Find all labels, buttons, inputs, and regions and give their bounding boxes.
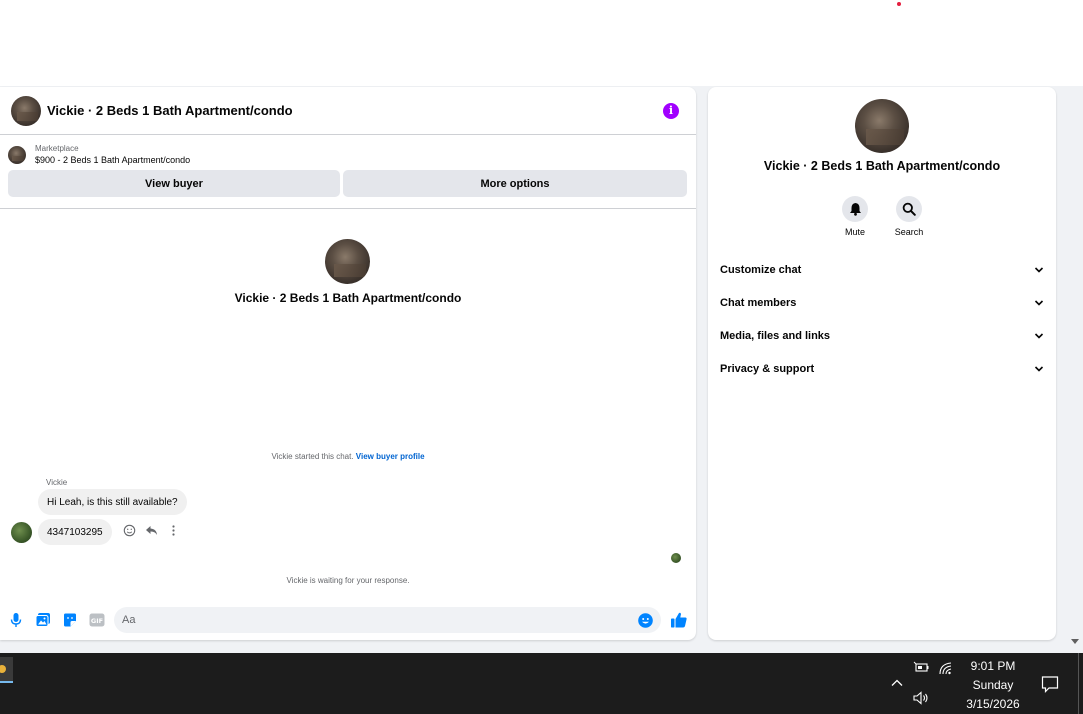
chat-panel: Vickie · 2 Beds 1 Bath Apartment/condo i…	[0, 87, 696, 640]
chevron-down-icon	[1034, 299, 1044, 306]
chevron-up-icon[interactable]	[891, 678, 903, 688]
section-label: Chat members	[720, 296, 797, 309]
section-label: Media, files and links	[720, 329, 831, 342]
privacy-support-section[interactable]: Privacy & support	[708, 352, 1056, 385]
battery-icon[interactable]	[913, 661, 929, 675]
taskbar: 9:01 PM Sunday 3/15/2026	[0, 653, 1083, 714]
waiting-notice: Vickie is waiting for your response.	[286, 576, 410, 585]
listing-card: Marketplace $900 - 2 Beds 1 Bath Apartme…	[0, 135, 696, 209]
show-desktop-divider[interactable]	[1078, 653, 1079, 714]
mute-action[interactable]: Mute	[841, 196, 869, 237]
customize-chat-section[interactable]: Customize chat	[708, 253, 1056, 286]
mute-label: Mute	[844, 227, 865, 237]
media-files-links-section[interactable]: Media, files and links	[708, 319, 1056, 352]
message-bubble[interactable]: 4347103295	[38, 519, 112, 545]
section-label: Customize chat	[720, 263, 802, 276]
reply-icon[interactable]	[145, 524, 158, 537]
sticker-icon[interactable]	[62, 612, 78, 628]
listing-row[interactable]: Marketplace $900 - 2 Beds 1 Bath Apartme…	[8, 143, 688, 167]
info-title: Vickie · 2 Beds 1 Bath Apartment/condo	[763, 159, 1001, 173]
listing-text: Marketplace $900 - 2 Beds 1 Bath Apartme…	[35, 143, 190, 167]
notification-dot	[897, 2, 901, 6]
search-icon[interactable]	[896, 196, 922, 222]
info-sections: Customize chat Chat members Media, files…	[708, 253, 1056, 385]
info-avatar	[855, 99, 909, 153]
chat-members-section[interactable]: Chat members	[708, 286, 1056, 319]
view-buyer-profile-link[interactable]: View buyer profile	[356, 452, 425, 461]
chat-started-text: Vickie started this chat.	[271, 452, 354, 461]
sender-name: Vickie	[46, 478, 68, 487]
top-blank-area	[0, 0, 1083, 86]
thread-avatar	[325, 239, 370, 284]
search-label: Search	[894, 227, 924, 237]
thread-title: Vickie · 2 Beds 1 Bath Apartment/condo	[234, 291, 462, 305]
search-action[interactable]: Search	[895, 196, 923, 237]
speaker-icon[interactable]	[913, 691, 929, 705]
svg-text:GIF: GIF	[91, 617, 103, 625]
composer: GIF	[0, 600, 696, 640]
message-bubble[interactable]: Hi Leah, is this still available?	[38, 489, 187, 515]
taskbar-app-button[interactable]	[0, 657, 13, 683]
notification-center-icon[interactable]	[1041, 675, 1059, 693]
listing-buttons: View buyer More options	[8, 170, 688, 197]
message-thread: Vickie · 2 Beds 1 Bath Apartment/condo V…	[0, 209, 696, 602]
listing-price-title: $900 - 2 Beds 1 Bath Apartment/condo	[35, 155, 191, 165]
scroll-down-arrow-icon[interactable]	[1071, 639, 1079, 644]
thumbs-up-icon[interactable]	[670, 611, 688, 629]
bell-icon[interactable]	[842, 196, 868, 222]
photo-icon[interactable]	[35, 612, 51, 628]
message-actions	[123, 524, 180, 537]
more-options-button[interactable]: More options	[343, 170, 687, 197]
wifi-icon[interactable]	[938, 661, 954, 675]
emoji-icon[interactable]	[638, 612, 653, 628]
sender-avatar[interactable]	[11, 522, 32, 543]
section-label: Privacy & support	[720, 362, 815, 375]
more-icon[interactable]	[167, 524, 180, 537]
chat-avatar[interactable]	[11, 95, 41, 126]
microphone-icon[interactable]	[8, 612, 24, 628]
message-input[interactable]	[122, 614, 638, 626]
seen-indicator-avatar	[671, 553, 681, 563]
clock-day: Sunday	[972, 678, 1014, 692]
react-icon[interactable]	[123, 524, 136, 537]
chevron-down-icon	[1034, 266, 1044, 273]
chat-started-notice: Vickie started this chat. View buyer pro…	[0, 452, 696, 461]
chat-header: Vickie · 2 Beds 1 Bath Apartment/condo i	[0, 87, 696, 135]
listing-thumbnail	[8, 146, 26, 164]
info-actions: Mute Search	[708, 196, 1056, 237]
app-icon	[0, 665, 6, 673]
chevron-down-icon	[1034, 365, 1044, 372]
chat-title[interactable]: Vickie · 2 Beds 1 Bath Apartment/condo	[47, 103, 663, 118]
conversation-info-panel: Vickie · 2 Beds 1 Bath Apartment/condo M…	[708, 87, 1056, 640]
gif-icon[interactable]: GIF	[89, 612, 105, 628]
clock-date: 3/15/2026	[966, 697, 1020, 711]
clock-time: 9:01 PM	[970, 659, 1016, 673]
message-input-box	[114, 607, 661, 633]
view-buyer-button[interactable]: View buyer	[8, 170, 340, 197]
chevron-down-icon	[1034, 332, 1044, 339]
listing-source: Marketplace	[35, 144, 79, 153]
info-icon[interactable]: i	[663, 102, 679, 119]
system-clock[interactable]: 9:01 PM Sunday 3/15/2026	[955, 657, 1031, 714]
